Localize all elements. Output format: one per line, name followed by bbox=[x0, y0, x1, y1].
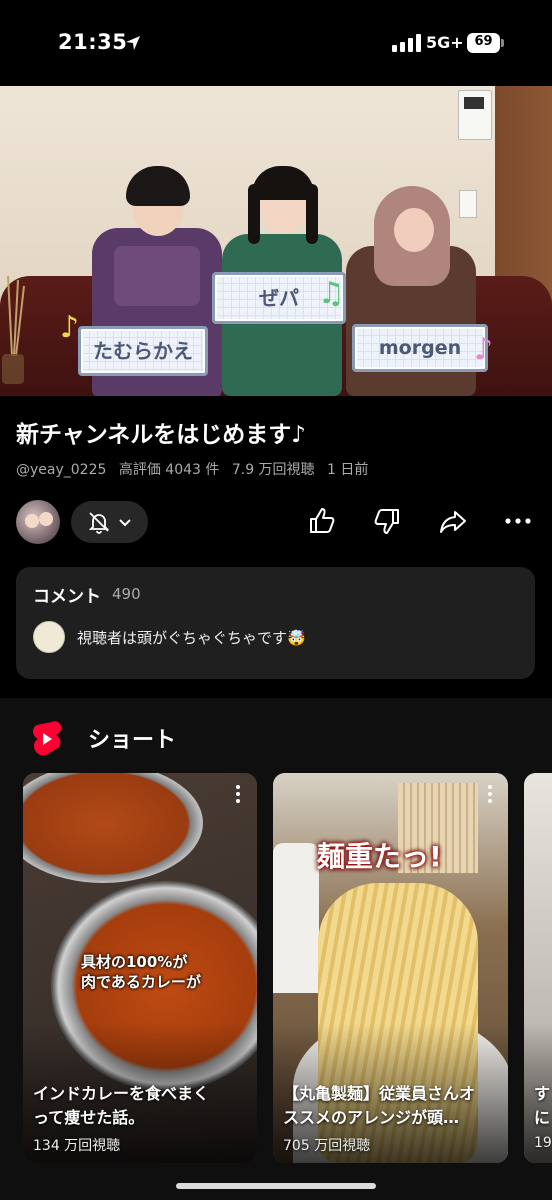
shorts-section: ショート 具材の100%が 肉であるカレーが インドカレーを食べまく って痩せた… bbox=[0, 698, 552, 1200]
view-count: 7.9 万回視聴 bbox=[231, 462, 315, 478]
status-time: 21:35 bbox=[58, 30, 128, 54]
thumb-down-icon[interactable] bbox=[372, 506, 402, 536]
action-row bbox=[0, 500, 552, 548]
short-title-line2: って痩せた話。 bbox=[33, 1108, 145, 1127]
short-views: 705 万回視聴 bbox=[283, 1138, 371, 1154]
short-card[interactable]: す に 19 bbox=[524, 773, 552, 1163]
shorts-title: ショート bbox=[88, 728, 177, 753]
comments-label: コメント bbox=[33, 587, 101, 607]
short-title-line1: 【丸亀製麺】従業員さんオ bbox=[283, 1084, 476, 1103]
card-more-icon[interactable] bbox=[233, 785, 243, 807]
short-title-line1: す bbox=[534, 1084, 551, 1103]
bottle-decor bbox=[273, 843, 319, 993]
overlay-text: 具材の100%が bbox=[81, 953, 188, 971]
comments-count: 490 bbox=[112, 585, 141, 603]
upload-age: 1 日前 bbox=[327, 462, 369, 478]
name-label-1: たむらかえ bbox=[78, 326, 208, 376]
short-views: 19 bbox=[534, 1135, 552, 1151]
music-note-icon: ♪ bbox=[60, 310, 80, 345]
short-card[interactable]: 具材の100%が 肉であるカレーが インドカレーを食べまく って痩せた話。 13… bbox=[23, 773, 257, 1163]
more-horizontal-icon[interactable] bbox=[503, 506, 533, 536]
status-bar: 21:35 5G+ 69 bbox=[0, 0, 552, 86]
name-label-3: morgen bbox=[352, 324, 488, 372]
video-meta: @yeay_0225 高評価 4043 件 7.9 万回視聴 1 日前 bbox=[16, 459, 376, 479]
battery-level: 69 bbox=[474, 34, 493, 49]
video-title[interactable]: 新チャンネルをはじめます♪ bbox=[16, 415, 306, 449]
music-note-icon: ♫ bbox=[318, 276, 345, 311]
home-indicator[interactable] bbox=[176, 1183, 376, 1189]
shorts-logo-icon bbox=[32, 721, 62, 756]
short-title-line2: に bbox=[534, 1108, 551, 1127]
chevron-down-icon bbox=[119, 519, 131, 527]
short-views: 134 万回視聴 bbox=[33, 1138, 121, 1154]
overlay-text: 麺重たっ! bbox=[317, 840, 442, 873]
comments-panel[interactable]: コメント 490 視聴者は頭がぐちゃぐちゃです🤯 bbox=[16, 567, 535, 679]
bell-off-icon bbox=[88, 512, 110, 534]
signal-icon bbox=[392, 34, 421, 52]
short-card[interactable]: 麺重たっ! 【丸亀製麺】従業員さんオ ススメのアレンジが頭… 705 万回視聴 bbox=[273, 773, 508, 1163]
notification-button[interactable] bbox=[71, 501, 148, 543]
diffuser-decor bbox=[2, 276, 25, 384]
commenter-avatar bbox=[33, 621, 65, 653]
network-type: 5G+ bbox=[426, 33, 464, 52]
short-title-line1: インドカレーを食べまく bbox=[33, 1084, 210, 1103]
battery-icon: 69 bbox=[467, 33, 504, 53]
short-title-line2: ススメのアレンジが頭… bbox=[283, 1108, 460, 1127]
card-more-icon[interactable] bbox=[485, 785, 495, 807]
share-icon[interactable] bbox=[438, 506, 468, 536]
top-comment: 視聴者は頭がぐちゃぐちゃです🤯 bbox=[77, 629, 306, 647]
thumb-up-icon[interactable] bbox=[307, 506, 337, 536]
video-player[interactable]: たむらかえ ぜパ morgen ♪ ♫ ♪ bbox=[0, 86, 552, 396]
channel-handle[interactable]: @yeay_0225 bbox=[16, 462, 106, 478]
channel-avatar[interactable] bbox=[16, 500, 60, 544]
music-note-icon: ♪ bbox=[474, 332, 494, 367]
location-arrow-icon bbox=[126, 36, 140, 50]
overlay-text: 肉であるカレーが bbox=[81, 973, 201, 991]
like-count: 高評価 4043 件 bbox=[118, 462, 220, 478]
intercom-decor bbox=[458, 90, 492, 140]
